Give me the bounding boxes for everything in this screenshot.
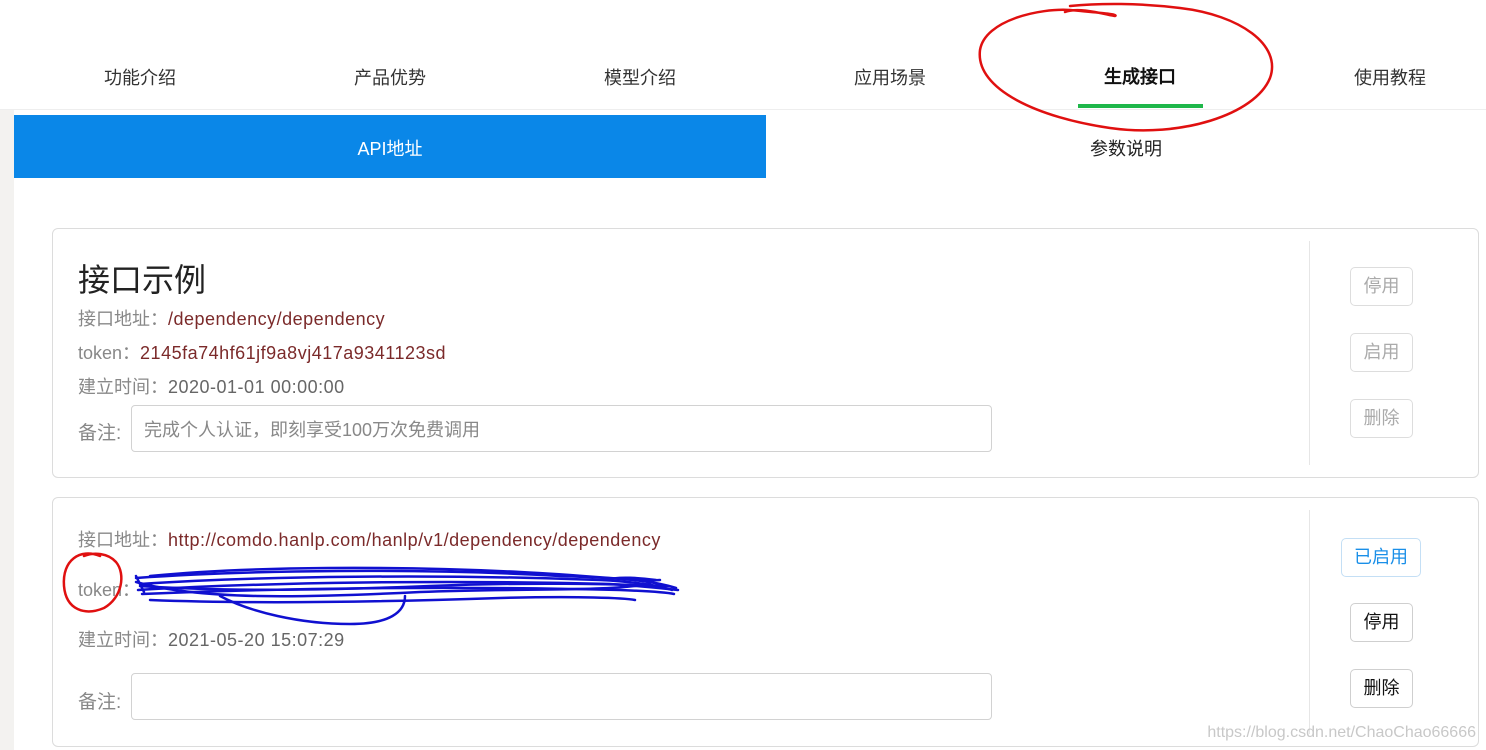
- remark-input[interactable]: [131, 673, 992, 720]
- created-label: 建立时间：: [78, 630, 168, 650]
- address-value: http://comdo.hanlp.com/hanlp/v1/dependen…: [168, 530, 661, 550]
- card-title: 接口示例: [78, 262, 207, 298]
- address-row: 接口地址：/dependency/dependency: [78, 305, 385, 331]
- sub-tabs: API地址 参数说明: [14, 115, 1486, 178]
- start-button[interactable]: 启用: [1350, 333, 1413, 372]
- stop-button[interactable]: 停用: [1350, 603, 1413, 642]
- delete-button[interactable]: 删除: [1350, 399, 1413, 438]
- created-value: 2020-01-01 00:00:00: [168, 377, 345, 397]
- background-strip: [0, 110, 14, 750]
- remark-input[interactable]: [131, 405, 992, 452]
- card-divider: [1309, 510, 1310, 734]
- nav-item-scenarios[interactable]: 应用场景: [765, 64, 1015, 90]
- card-divider: [1309, 241, 1310, 465]
- address-row: 接口地址：http://comdo.hanlp.com/hanlp/v1/dep…: [78, 526, 661, 552]
- created-value: 2021-05-20 15:07:29: [168, 630, 345, 650]
- nav-item-tutorial[interactable]: 使用教程: [1265, 64, 1486, 90]
- api-card-example: 接口示例 接口地址：/dependency/dependency token：2…: [52, 228, 1479, 478]
- top-nav: 功能介绍 产品优势 模型介绍 应用场景 生成接口 使用教程: [0, 0, 1486, 110]
- nav-item-models[interactable]: 模型介绍: [515, 64, 765, 90]
- nav-item-features[interactable]: 功能介绍: [15, 64, 265, 90]
- nav-item-advantages[interactable]: 产品优势: [265, 64, 515, 90]
- token-value: 2145fa74hf61jf9a8vj417a9341123sd: [140, 343, 446, 363]
- remark-label: 备注:: [78, 423, 122, 444]
- created-row: 建立时间：2021-05-20 15:07:29: [78, 626, 345, 652]
- created-label: 建立时间：: [78, 377, 168, 397]
- tab-api-address[interactable]: API地址: [14, 115, 766, 178]
- token-row: token：2145fa74hf61jf9a8vj417a9341123sd: [78, 339, 446, 365]
- nav-active-underline: [1078, 104, 1203, 108]
- address-label: 接口地址：: [78, 309, 168, 329]
- tab-parameters[interactable]: 参数说明: [766, 115, 1486, 178]
- api-card-user: 接口地址：http://comdo.hanlp.com/hanlp/v1/dep…: [52, 497, 1479, 747]
- address-label: 接口地址：: [78, 530, 168, 550]
- address-value: /dependency/dependency: [168, 309, 386, 329]
- nav-item-generate-api[interactable]: 生成接口: [1015, 63, 1265, 89]
- token-label: token：: [78, 343, 141, 363]
- delete-button[interactable]: 删除: [1350, 669, 1413, 708]
- enabled-status-button[interactable]: 已启用: [1341, 538, 1421, 577]
- remark-label: 备注:: [78, 692, 122, 713]
- watermark: https://blog.csdn.net/ChaoChao66666: [1207, 724, 1476, 741]
- token-label: token：: [78, 580, 141, 600]
- stop-button[interactable]: 停用: [1350, 267, 1413, 306]
- token-row: token：: [78, 576, 140, 602]
- created-row: 建立时间：2020-01-01 00:00:00: [78, 373, 345, 399]
